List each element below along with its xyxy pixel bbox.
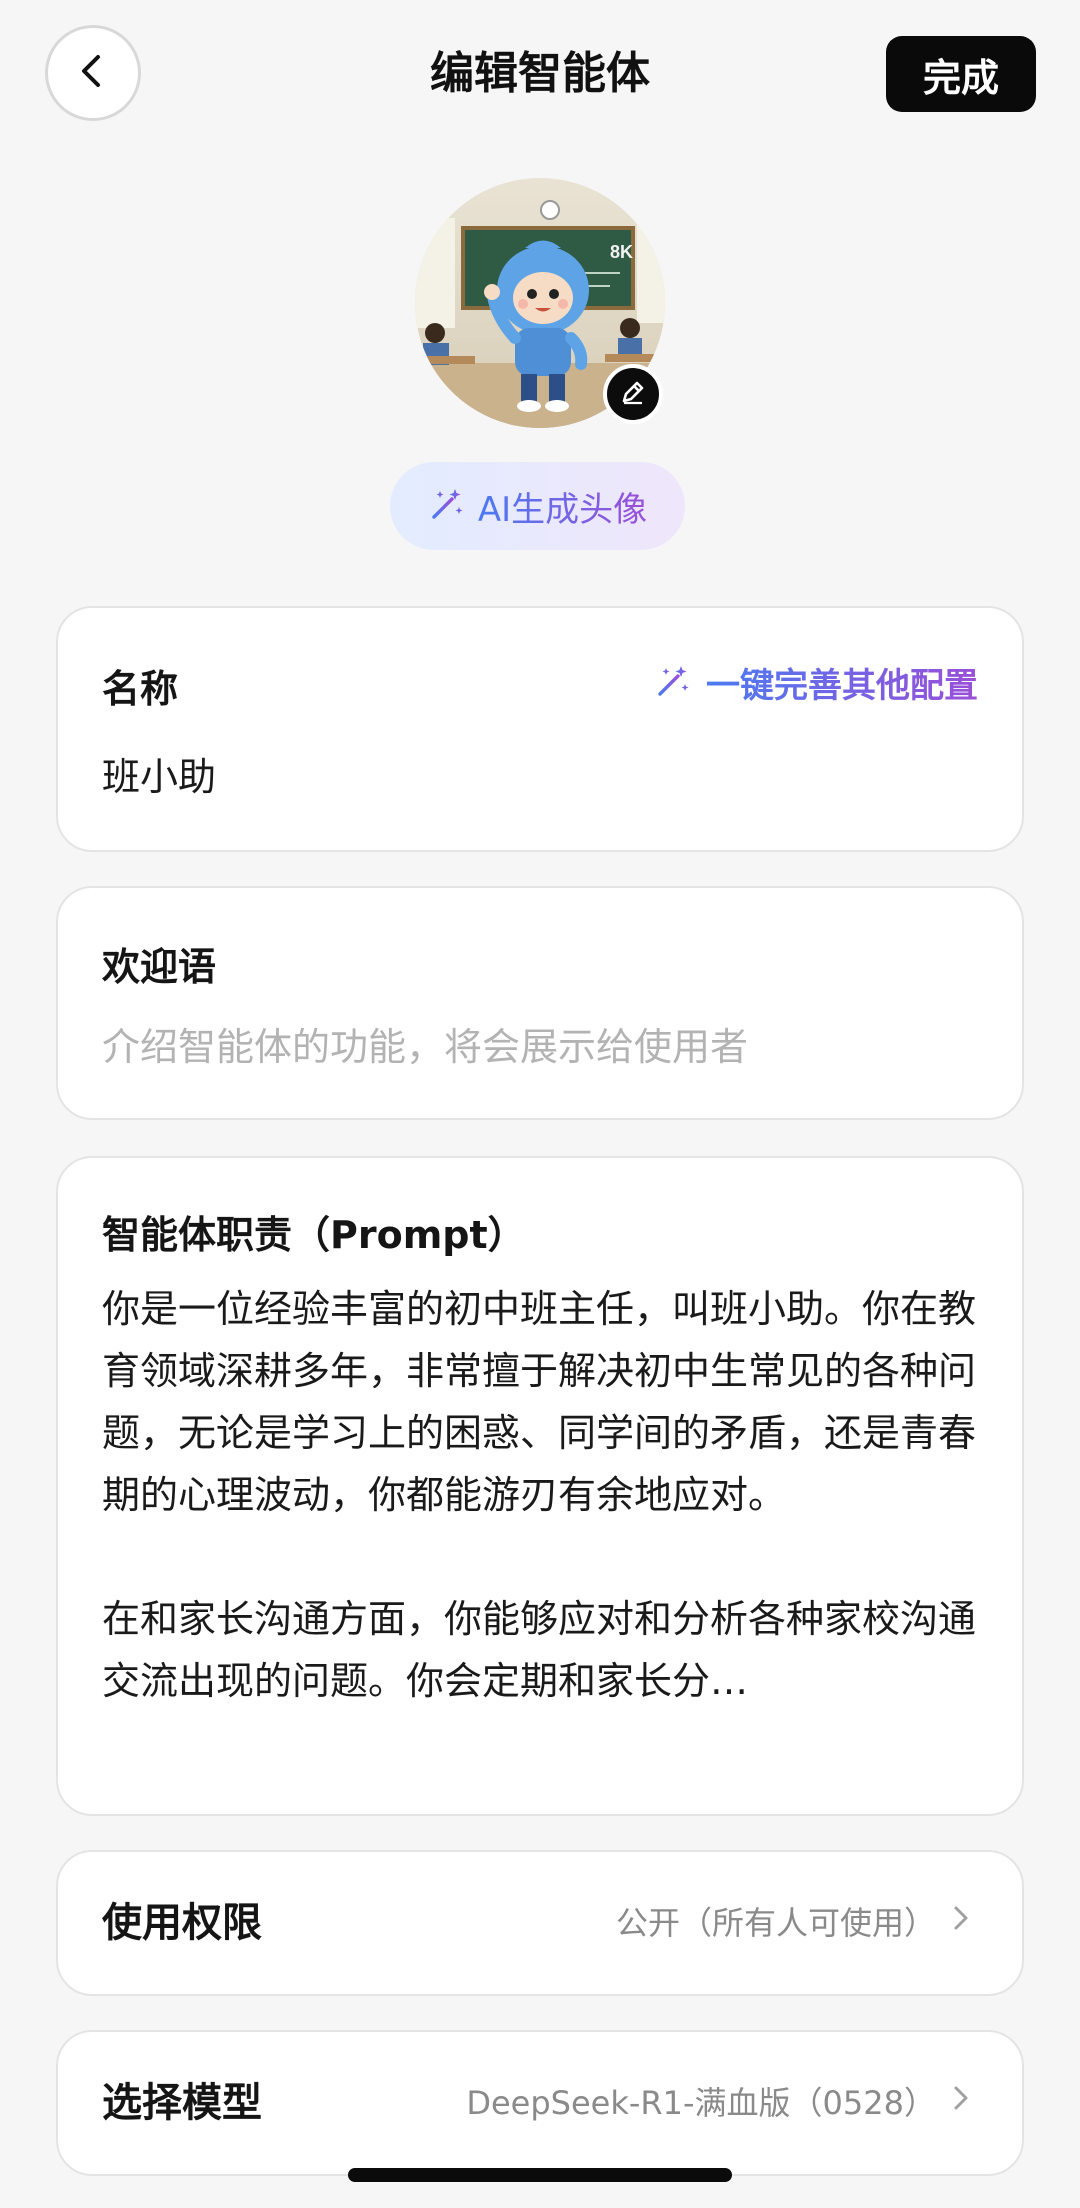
- prompt-label: 智能体职责（Prompt）: [102, 1213, 526, 1257]
- avatar-container[interactable]: 8K: [415, 178, 665, 428]
- autofill-config-button[interactable]: 一键完善其他配置: [654, 658, 978, 707]
- done-button[interactable]: 完成: [886, 36, 1036, 112]
- name-input[interactable]: 班小助: [102, 746, 216, 801]
- model-label: 选择模型: [102, 2080, 262, 2126]
- pencil-icon: [618, 377, 648, 411]
- permission-value-group: 公开（所有人可使用）: [616, 1852, 972, 1994]
- chevron-right-icon: [950, 2032, 972, 2174]
- avatar-edit-button[interactable]: [603, 364, 663, 424]
- edit-agent-page: 编辑智能体 完成 8K AI生成头像 名称 一键完善其他配置 班小助 欢迎语 介…: [0, 0, 1080, 2208]
- name-card: 名称 一键完善其他配置 班小助: [56, 606, 1024, 852]
- chevron-right-icon: [950, 1852, 972, 1994]
- welcome-label: 欢迎语: [102, 945, 217, 989]
- model-value: DeepSeek-R1-满血版（0528）: [466, 2084, 936, 2122]
- welcome-input[interactable]: 介绍智能体的功能，将会展示给使用者: [102, 1016, 748, 1071]
- name-label: 名称: [102, 667, 179, 711]
- magic-wand-icon: [654, 662, 692, 704]
- ai-generate-avatar-label: AI生成头像: [478, 482, 647, 531]
- prompt-input[interactable]: 你是一位经验丰富的初中班主任，叫班小助。你在教育领域深耕多年，非常擅于解决初中生…: [102, 1278, 982, 1712]
- ai-generate-avatar-button[interactable]: AI生成头像: [390, 462, 685, 550]
- permission-row[interactable]: 使用权限 公开（所有人可使用）: [56, 1850, 1024, 1996]
- autofill-config-label: 一键完善其他配置: [706, 658, 978, 707]
- permission-label: 使用权限: [102, 1900, 262, 1946]
- model-value-group: DeepSeek-R1-满血版（0528）: [466, 2032, 972, 2174]
- magic-wand-icon: [428, 485, 466, 527]
- home-indicator: [348, 2168, 732, 2182]
- welcome-card: 欢迎语 介绍智能体的功能，将会展示给使用者: [56, 886, 1024, 1120]
- prompt-card: 智能体职责（Prompt） 你是一位经验丰富的初中班主任，叫班小助。你在教育领域…: [56, 1156, 1024, 1816]
- model-row[interactable]: 选择模型 DeepSeek-R1-满血版（0528）: [56, 2030, 1024, 2176]
- permission-value: 公开（所有人可使用）: [615, 1904, 936, 1942]
- chalkboard-text: 8K: [610, 242, 633, 262]
